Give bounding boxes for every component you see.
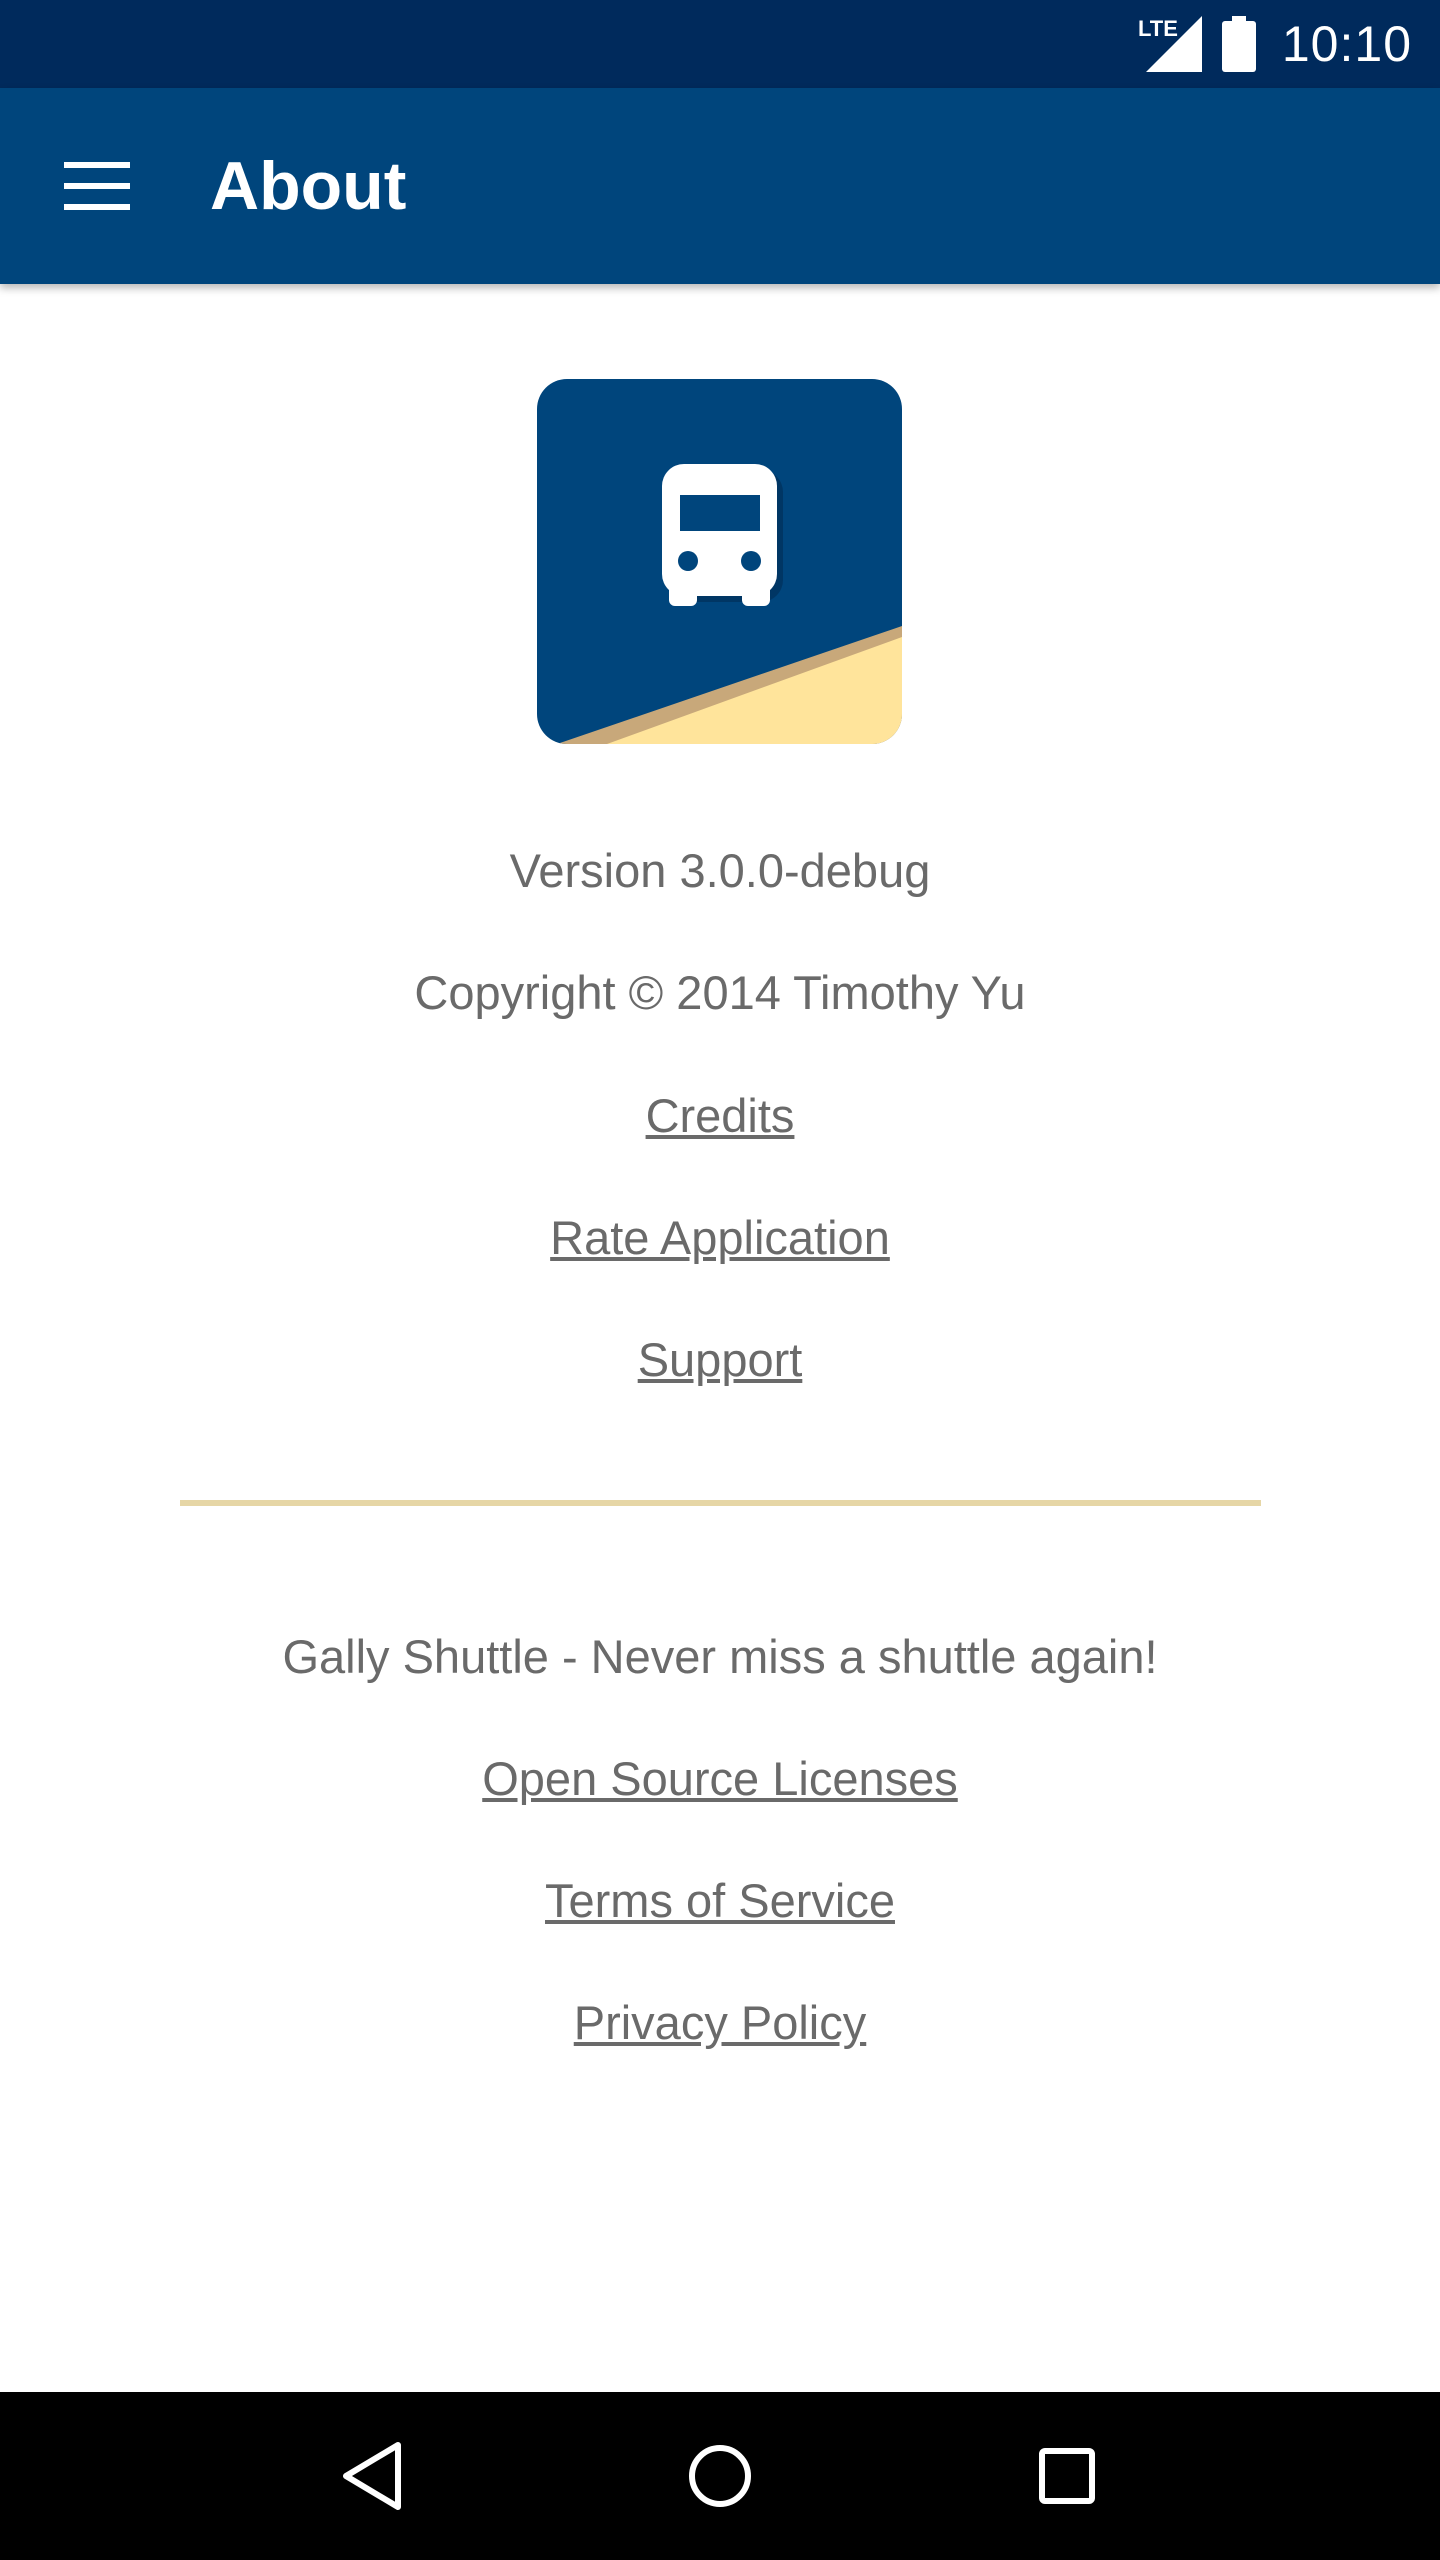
system-nav-bar: [0, 2392, 1440, 2560]
recents-square-icon[interactable]: [1007, 2416, 1127, 2536]
back-triangle-icon[interactable]: [313, 2416, 433, 2536]
terms-of-service-link[interactable]: Terms of Service: [545, 1874, 895, 1927]
bus-icon: [662, 464, 783, 606]
network-label: LTE: [1138, 16, 1178, 41]
rate-application-link[interactable]: Rate Application: [550, 1211, 890, 1264]
privacy-policy-link[interactable]: Privacy Policy: [574, 1996, 867, 2049]
copyright-text: Copyright © 2014 Timothy Yu: [414, 966, 1026, 1019]
divider: [180, 1500, 1261, 1506]
lte-signal-icon: LTE: [1138, 14, 1202, 74]
page-title: About: [210, 148, 407, 224]
status-bar: LTE 10:10: [0, 0, 1440, 88]
app-bar: About: [0, 88, 1440, 284]
version-text: Version 3.0.0-debug: [509, 844, 931, 897]
hamburger-menu-icon[interactable]: [48, 137, 146, 235]
credits-link[interactable]: Credits: [646, 1089, 795, 1142]
tagline-text: Gally Shuttle - Never miss a shuttle aga…: [282, 1630, 1158, 1683]
support-link[interactable]: Support: [638, 1333, 803, 1386]
status-clock: 10:10: [1281, 16, 1412, 72]
battery-icon: [1221, 16, 1256, 72]
about-content: Version 3.0.0-debug Copyright © 2014 Tim…: [0, 284, 1440, 2390]
about-screen: LTE 10:10 About Version 3.0.0-debug Copy…: [0, 0, 1440, 2560]
home-circle-icon[interactable]: [660, 2416, 780, 2536]
open-source-licenses-link[interactable]: Open Source Licenses: [482, 1752, 958, 1805]
app-logo: [537, 379, 902, 744]
